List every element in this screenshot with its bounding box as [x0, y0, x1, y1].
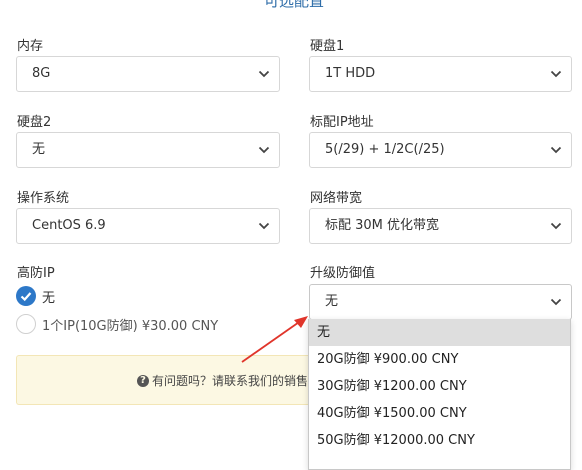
chevron-down-icon	[550, 222, 562, 230]
annotation-arrow-icon	[241, 316, 308, 363]
bandwidth-select-value: 标配 30M 优化带宽	[325, 218, 440, 233]
memory-label: 内存	[17, 39, 44, 54]
chevron-down-icon	[550, 146, 562, 154]
disk2-select[interactable]: 无	[16, 132, 280, 168]
os-label: 操作系统	[17, 191, 70, 206]
check-icon[interactable]	[16, 286, 36, 306]
protection-dropdown-list: 无 20G防御 ¥900.00 CNY 30G防御 ¥1200.00 CNY 4…	[308, 319, 571, 470]
ip-select-value: 5(/29) + 1/2C(/25)	[325, 142, 445, 157]
bandwidth-select[interactable]: 标配 30M 优化带宽	[309, 208, 572, 244]
dropdown-option[interactable]: 30G防御 ¥1200.00 CNY	[309, 373, 570, 400]
ddos-ip-option-none[interactable]: 无	[16, 285, 55, 307]
section-title: 可选配置	[246, 0, 342, 10]
os-select-value: CentOS 6.9	[32, 218, 106, 233]
disk1-label: 硬盘1	[310, 39, 345, 54]
disk2-select-value: 无	[32, 142, 46, 157]
ip-select[interactable]: 5(/29) + 1/2C(/25)	[309, 132, 572, 168]
ddos-ip-label: 高防IP	[17, 266, 55, 281]
os-select[interactable]: CentOS 6.9	[16, 208, 280, 244]
disk1-select-value: 1T HDD	[325, 66, 376, 81]
chevron-down-icon	[258, 70, 270, 78]
memory-select[interactable]: 8G	[16, 56, 280, 92]
protection-select-value: 无	[325, 294, 339, 309]
protection-label: 升级防御值	[310, 266, 376, 281]
chevron-down-icon	[258, 146, 270, 154]
protection-select[interactable]: 无	[309, 284, 572, 320]
ddos-ip-option-label: 无	[42, 290, 56, 306]
dropdown-option[interactable]: 20G防御 ¥900.00 CNY	[309, 346, 570, 373]
dropdown-option[interactable]: 无	[309, 319, 570, 346]
question-circle-icon: ?	[137, 374, 149, 387]
ddos-ip-option-label: 1个IP(10G防御) ¥30.00 CNY	[42, 318, 219, 334]
dropdown-option[interactable]: 50G防御 ¥12000.00 CNY	[309, 427, 570, 454]
disk2-label: 硬盘2	[17, 115, 52, 130]
disk1-select[interactable]: 1T HDD	[309, 56, 572, 92]
ddos-ip-option-1ip[interactable]: 1个IP(10G防御) ¥30.00 CNY	[16, 313, 218, 335]
dropdown-option[interactable]: 40G防御 ¥1500.00 CNY	[309, 400, 570, 427]
chevron-down-icon	[550, 70, 562, 78]
radio-button[interactable]	[16, 314, 36, 334]
memory-select-value: 8G	[32, 66, 51, 81]
chevron-down-icon	[258, 222, 270, 230]
bandwidth-label: 网络带宽	[310, 191, 363, 206]
help-notice-text[interactable]: 有问题吗？请联系我们的销售	[152, 372, 308, 389]
chevron-down-icon	[550, 298, 562, 306]
ip-label: 标配IP地址	[310, 115, 374, 130]
